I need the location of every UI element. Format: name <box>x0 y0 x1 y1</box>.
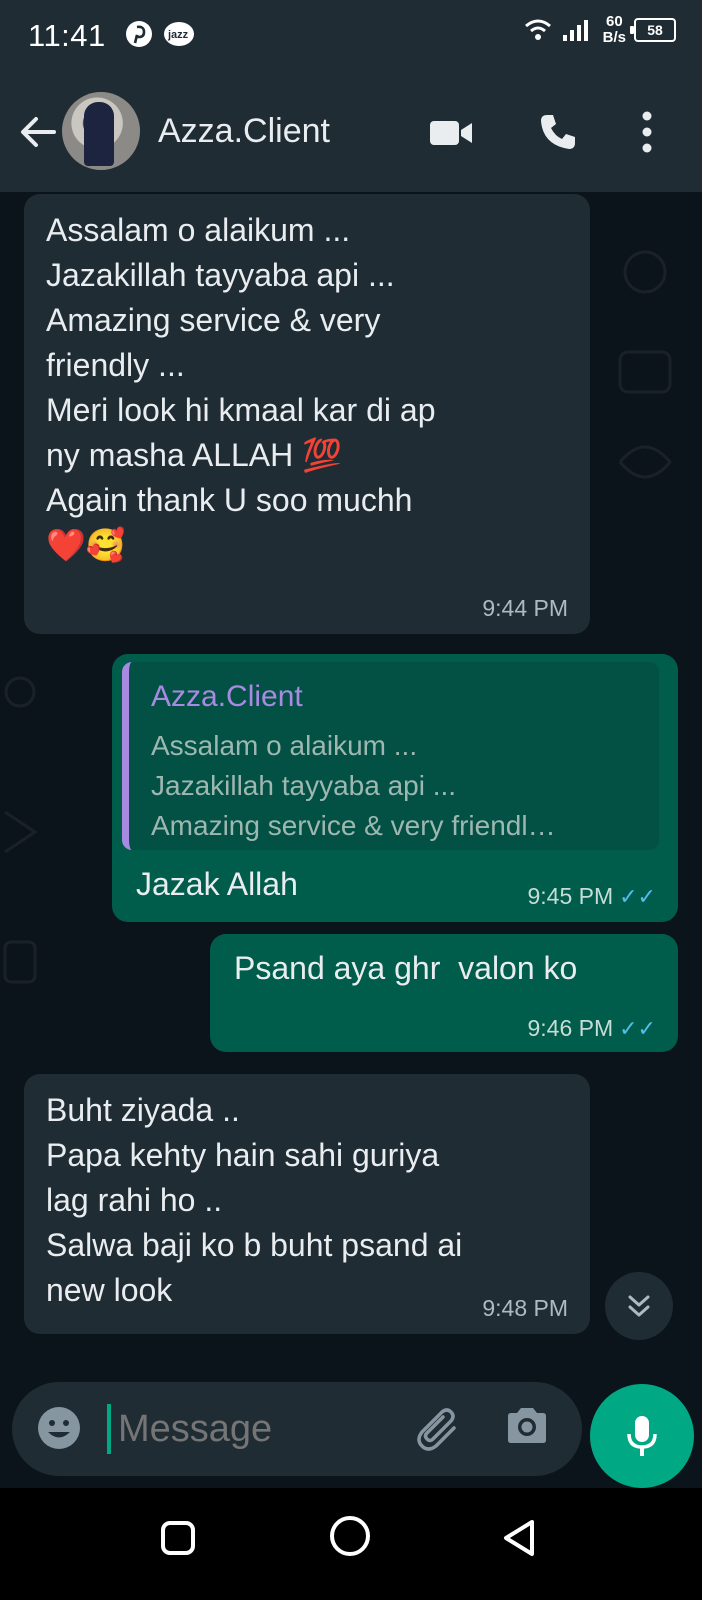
battery-icon: 58 <box>630 18 676 42</box>
message-time: 9:46 PM <box>527 1015 614 1041</box>
read-ticks-icon: ✓✓ <box>619 1016 656 1041</box>
status-bar: 11:41 jazz 60 B/s 58 <box>0 0 702 74</box>
message-input[interactable] <box>118 1404 388 1454</box>
contact-name[interactable]: Azza.Client <box>158 112 330 151</box>
system-nav-bar <box>0 1488 702 1600</box>
status-time: 11:41 <box>28 18 106 53</box>
more-options-icon[interactable] <box>640 110 654 154</box>
svg-text:jazz: jazz <box>167 29 189 41</box>
quoted-author: Azza.Client <box>151 680 303 713</box>
status-notification-icons: jazz <box>124 19 196 49</box>
composer-bar <box>0 1362 702 1488</box>
message-meta: 9:46 PM ✓✓ <box>527 1015 656 1042</box>
network-speed: 60 B/s <box>603 14 626 46</box>
avatar-figure <box>84 102 114 166</box>
nav-back-icon[interactable] <box>500 1518 540 1558</box>
message-bubble-outgoing-reply[interactable]: Azza.Client Assalam o alaikum ... Jazaki… <box>112 654 678 922</box>
mic-button[interactable] <box>590 1384 694 1488</box>
pinterest-icon <box>126 21 152 47</box>
chat-area[interactable]: Assalam o alaikum ... Jazakillah tayyaba… <box>0 192 702 1362</box>
network-speed-value: 60 <box>605 13 623 30</box>
recents-icon[interactable] <box>158 1518 198 1558</box>
wallpaper-doodle-left <box>3 676 38 984</box>
message-text: Jazak Allah <box>136 866 298 902</box>
message-text: Assalam o alaikum ... Jazakillah tayyaba… <box>46 212 436 563</box>
message-bubble-outgoing[interactable]: Psand aya ghr valon ko 9:46 PM ✓✓ <box>210 934 678 1052</box>
mic-icon <box>627 1416 657 1456</box>
quoted-text: Assalam o alaikum ... Jazakillah tayyaba… <box>151 730 556 841</box>
message-time: 9:45 PM <box>527 883 614 909</box>
message-bubble-incoming[interactable]: Assalam o alaikum ... Jazakillah tayyaba… <box>24 194 590 634</box>
battery-level: 58 <box>647 22 663 38</box>
message-time: 9:44 PM <box>482 595 568 621</box>
jazz-icon: jazz <box>164 22 194 46</box>
message-time: 9:48 PM <box>482 1295 568 1321</box>
message-text: Buht ziyada .. Papa kehty hain sahi guri… <box>46 1092 463 1308</box>
network-speed-unit: B/s <box>602 29 626 46</box>
quoted-message[interactable]: Azza.Client Assalam o alaikum ... Jazaki… <box>122 662 659 850</box>
message-input-container[interactable] <box>12 1382 582 1476</box>
scroll-to-bottom-button[interactable] <box>605 1272 673 1340</box>
home-icon[interactable] <box>328 1514 372 1558</box>
text-cursor <box>107 1404 111 1454</box>
double-chevron-down-icon <box>628 1295 650 1317</box>
wallpaper-doodle <box>618 250 672 479</box>
signal-icon <box>562 20 588 41</box>
message-bubble-incoming[interactable]: Buht ziyada .. Papa kehty hain sahi guri… <box>24 1074 590 1334</box>
attach-icon[interactable] <box>414 1406 462 1452</box>
avatar[interactable] <box>62 92 140 170</box>
read-ticks-icon: ✓✓ <box>619 884 656 909</box>
voice-call-icon[interactable] <box>538 112 578 152</box>
emoji-icon[interactable] <box>36 1405 82 1451</box>
status-right-icons: 60 B/s 58 <box>523 14 676 46</box>
video-call-icon[interactable] <box>428 118 474 148</box>
camera-icon[interactable] <box>504 1406 550 1446</box>
wifi-icon <box>524 19 551 40</box>
chat-header: Azza.Client <box>0 74 702 192</box>
message-text: Psand aya ghr valon ko <box>234 950 578 986</box>
back-arrow-icon[interactable] <box>18 112 58 152</box>
message-meta: 9:45 PM ✓✓ <box>527 883 656 910</box>
